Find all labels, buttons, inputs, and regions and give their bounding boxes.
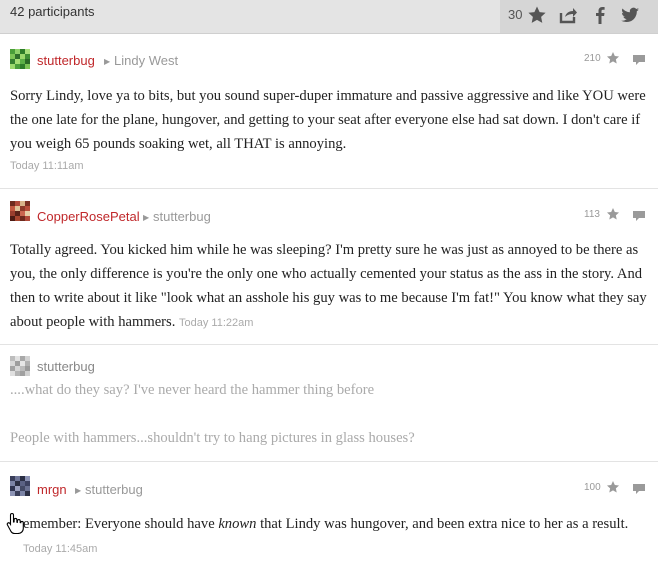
comment-text: Sorry Lindy, love ya to bits, but you so… <box>10 88 646 152</box>
reply-icon[interactable] <box>632 53 646 71</box>
comment-timestamp[interactable]: Today 11:45am <box>23 543 97 555</box>
reply-to-user[interactable]: stutterbug <box>85 482 143 497</box>
hand-cursor-icon <box>6 512 24 539</box>
avatar[interactable] <box>10 476 30 496</box>
avatar[interactable] <box>10 49 30 69</box>
facebook-icon[interactable] <box>590 5 610 25</box>
star-icon[interactable] <box>527 5 547 25</box>
like-count: 113 <box>584 209 600 220</box>
divider <box>0 461 658 462</box>
like-count: 210 <box>584 53 601 64</box>
comment-text-emphasis: known <box>218 516 257 532</box>
comment-author[interactable]: CopperRosePetal <box>37 209 140 224</box>
header-toolbar: 30 <box>500 0 658 33</box>
comment-author[interactable]: stutterbug <box>37 359 95 374</box>
share-icon[interactable] <box>558 5 578 25</box>
reply-arrow-icon: ▶ <box>143 213 150 222</box>
star-count: 30 <box>508 7 523 22</box>
star-icon[interactable] <box>606 207 620 226</box>
twitter-icon[interactable] <box>620 5 640 25</box>
like-count: 100 <box>584 482 601 493</box>
divider <box>0 344 658 345</box>
avatar[interactable] <box>10 356 30 376</box>
comment-author[interactable]: stutterbug <box>37 53 95 68</box>
comment-text-content: Totally agreed. You kicked him while he … <box>10 242 647 330</box>
comment-text-line: People with hammers...shouldn't try to h… <box>10 430 415 446</box>
reply-icon[interactable] <box>632 209 646 227</box>
reply-arrow-icon: ▶ <box>75 486 82 495</box>
comment-text-part: that Lindy was hungover, and been extra … <box>256 516 629 532</box>
comment-text-line: ....what do they say? I've never heard t… <box>10 382 375 398</box>
comment-text: emember: Everyone should have known that… <box>23 512 650 561</box>
comment-text: Totally agreed. You kicked him while he … <box>10 238 650 335</box>
reply-to-user[interactable]: stutterbug <box>153 209 211 224</box>
reply-arrow-icon: ▶ <box>104 57 111 66</box>
participants-count: 42 participants <box>10 4 95 19</box>
comment-author[interactable]: mrgn <box>37 482 67 497</box>
divider <box>0 188 658 189</box>
discussion-header: 42 participants 30 <box>0 0 658 34</box>
comment-text-part: emember: Everyone should have <box>23 516 219 532</box>
star-icon[interactable] <box>606 480 620 499</box>
comment-timestamp[interactable]: Today 11:22am <box>179 317 253 329</box>
avatar[interactable] <box>10 201 30 221</box>
reply-icon[interactable] <box>632 482 646 500</box>
reply-to-user[interactable]: Lindy West <box>114 53 178 68</box>
comment-timestamp[interactable]: Today 11:11am <box>10 160 84 172</box>
star-icon[interactable] <box>606 51 620 70</box>
